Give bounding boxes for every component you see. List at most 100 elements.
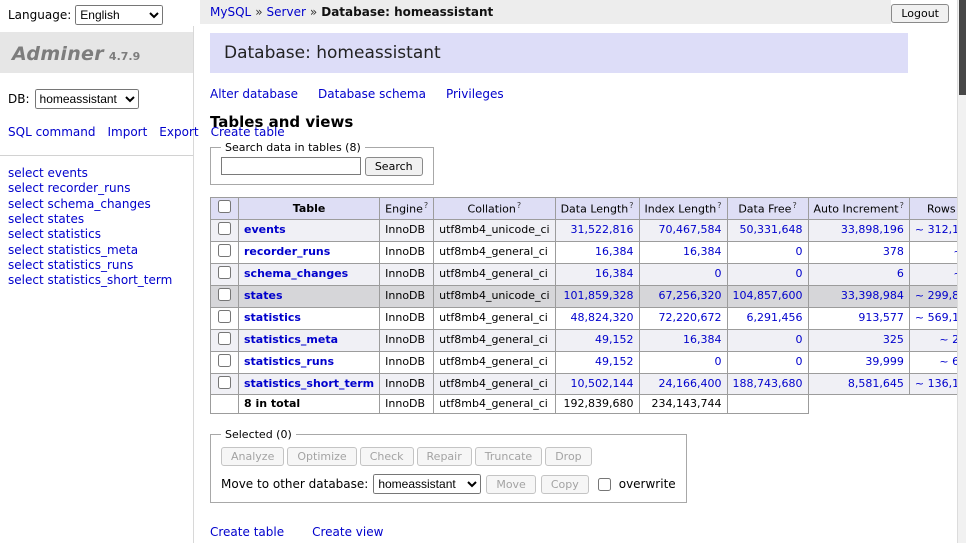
row-checkbox[interactable] [218,222,231,235]
index-length-link[interactable]: 24,166,400 [659,377,722,390]
index-length-link[interactable]: 0 [715,267,722,280]
rows-cell: ~ 628 [909,351,957,373]
sidebar-table-link[interactable]: select statistics_runs [8,258,185,273]
search-input[interactable] [221,157,361,175]
data-free-link[interactable]: 0 [796,333,803,346]
data-length-link[interactable]: 49,152 [595,355,634,368]
auto-increment-link[interactable]: 913,577 [858,311,904,324]
check-button[interactable]: Check [360,447,414,466]
index-length-link[interactable]: 67,256,320 [659,289,722,302]
data-length-link[interactable]: 16,384 [595,267,634,280]
create-table-link[interactable]: Create table [210,525,284,539]
repair-button[interactable]: Repair [417,447,472,466]
row-checkbox[interactable] [218,354,231,367]
index-length-link[interactable]: 0 [715,355,722,368]
select-all-checkbox[interactable] [218,200,231,213]
auto-increment-link[interactable]: 8,581,645 [848,377,904,390]
search-button[interactable]: Search [365,157,423,176]
rows-link[interactable]: ~ 628 [939,355,957,368]
data-free-link[interactable]: 50,331,648 [740,223,803,236]
index-length-link[interactable]: 16,384 [683,333,722,346]
auto-increment-link[interactable]: 33,898,196 [841,223,904,236]
row-checkbox[interactable] [218,288,231,301]
sidebar-link-import[interactable]: Import [107,125,147,139]
rows-link[interactable]: ~ 136,108 [915,377,957,390]
truncate-button[interactable]: Truncate [475,447,542,466]
data-length-link[interactable]: 16,384 [595,245,634,258]
vertical-scrollbar[interactable] [957,0,966,543]
sidebar-table-link[interactable]: select recorder_runs [8,181,185,196]
data-length-link[interactable]: 10,502,144 [571,377,634,390]
index-length-link[interactable]: 16,384 [683,245,722,258]
rows-link[interactable]: ~ 569,159 [915,311,957,324]
sidebar-table-link[interactable]: select schema_changes [8,197,185,212]
db-select[interactable]: homeassistant [35,89,139,109]
auto-increment-cell: 8,581,645 [808,373,909,395]
rows-link[interactable]: ~ 299,833 [915,289,957,302]
data-length-link[interactable]: 48,824,320 [571,311,634,324]
overwrite-checkbox[interactable] [598,478,611,491]
data-free-link[interactable]: 0 [796,355,803,368]
data-free-link[interactable]: 104,857,600 [733,289,803,302]
table-name-link[interactable]: events [244,223,286,236]
sidebar-table-link[interactable]: select states [8,212,185,227]
auto-increment-link[interactable]: 6 [897,267,904,280]
breadcrumb-driver-link[interactable]: MySQL [210,5,251,19]
rows-link[interactable]: ~ 244 [939,333,957,346]
breadcrumb-server-link[interactable]: Server [267,5,306,19]
logout-button[interactable]: Logout [891,4,949,23]
auto-increment-link[interactable]: 378 [883,245,904,258]
sidebar-table-link[interactable]: select statistics_meta [8,243,185,258]
data-length-link[interactable]: 49,152 [595,333,634,346]
alter-database-link[interactable]: Alter database [210,87,298,101]
language-select[interactable]: English [75,5,163,25]
table-name-link[interactable]: states [244,289,283,302]
data-length-link[interactable]: 31,522,816 [571,223,634,236]
index-length-link[interactable]: 70,467,584 [659,223,722,236]
help-icon[interactable]: ? [517,201,521,210]
help-icon[interactable]: ? [717,201,721,210]
table-name-link[interactable]: recorder_runs [244,245,330,258]
help-icon[interactable]: ? [900,201,904,210]
sidebar-table-link[interactable]: select statistics [8,227,185,242]
table-name-link[interactable]: schema_changes [244,267,348,280]
row-checkbox[interactable] [218,266,231,279]
privileges-link[interactable]: Privileges [446,87,504,101]
help-icon[interactable]: ? [424,201,428,210]
sidebar-link-export[interactable]: Export [159,125,198,139]
sidebar-link-sql-command[interactable]: SQL command [8,125,95,139]
language-bar: Language:English [0,0,193,26]
row-checkbox[interactable] [218,244,231,257]
drop-button[interactable]: Drop [545,447,591,466]
rows-link[interactable]: ~ 312,180 [915,223,957,236]
data-free-link[interactable]: 0 [796,245,803,258]
table-name-link[interactable]: statistics_short_term [244,377,374,390]
database-schema-link[interactable]: Database schema [318,87,426,101]
index-length-link[interactable]: 72,220,672 [659,311,722,324]
scrollbar-thumb[interactable] [959,0,966,95]
auto-increment-link[interactable]: 33,398,984 [841,289,904,302]
data-free-link[interactable]: 6,291,456 [747,311,803,324]
optimize-button[interactable]: Optimize [287,447,356,466]
help-icon[interactable]: ? [629,201,633,210]
help-icon[interactable]: ? [792,201,796,210]
move-database-select[interactable]: homeassistant [373,474,481,494]
auto-increment-link[interactable]: 39,999 [865,355,904,368]
data-length-link[interactable]: 101,859,328 [564,289,634,302]
sidebar-table-link[interactable]: select statistics_short_term [8,273,185,288]
analyze-button[interactable]: Analyze [221,447,284,466]
data-free-link[interactable]: 0 [796,267,803,280]
row-checkbox[interactable] [218,332,231,345]
table-name-link[interactable]: statistics_runs [244,355,334,368]
move-button[interactable]: Move [486,475,536,494]
sidebar-table-link[interactable]: select events [8,166,185,181]
row-checkbox[interactable] [218,310,231,323]
data-free-link[interactable]: 188,743,680 [733,377,803,390]
create-view-link[interactable]: Create view [312,525,383,539]
auto-increment-link[interactable]: 325 [883,333,904,346]
db-label: DB: [8,92,30,106]
table-name-link[interactable]: statistics_meta [244,333,338,346]
row-checkbox[interactable] [218,376,231,389]
copy-button[interactable]: Copy [541,475,589,494]
table-name-link[interactable]: statistics [244,311,301,324]
